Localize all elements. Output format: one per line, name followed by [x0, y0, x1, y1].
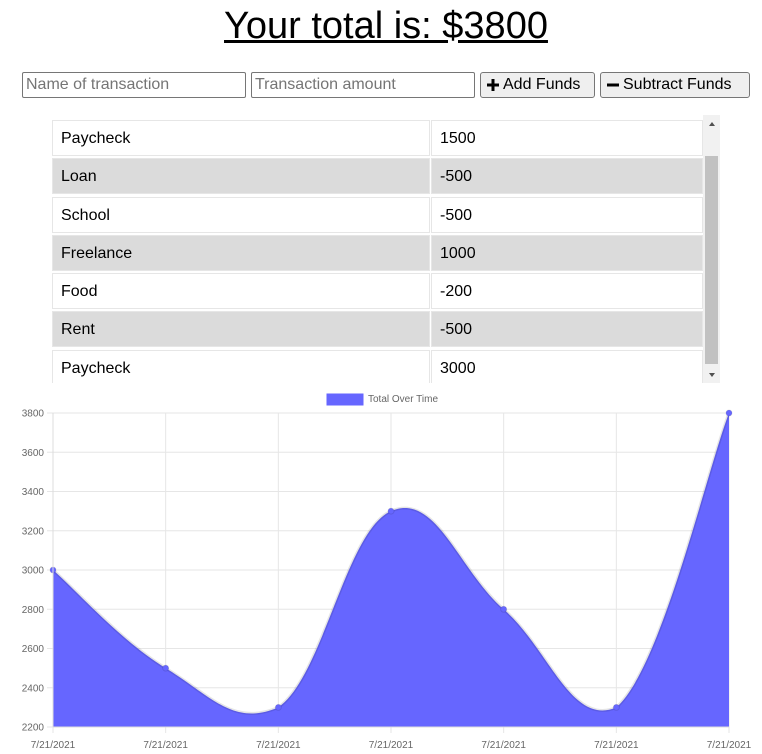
legend-swatch	[326, 393, 364, 406]
table-row: Loan -500	[52, 158, 703, 195]
table-row: Rent -500	[52, 311, 703, 348]
data-point	[725, 409, 733, 417]
transaction-amount-cell: -500	[431, 158, 703, 195]
y-tick-label: 3000	[22, 566, 45, 577]
transaction-name-cell: Food	[52, 273, 430, 310]
table-row: Paycheck 1500	[52, 120, 703, 156]
data-point	[387, 507, 395, 515]
x-tick-label: 7/21/2021	[707, 740, 752, 751]
total-heading: Your total is: $3800	[224, 5, 548, 47]
scrollbar-thumb[interactable]	[705, 156, 718, 364]
y-tick-label: 3400	[22, 487, 45, 498]
data-point	[162, 664, 170, 672]
y-tick-label: 2400	[22, 683, 45, 694]
transactions-table[interactable]: Paycheck 1500 Loan -500 School -500 Freelance 1…	[52, 115, 720, 383]
transaction-name-cell: Freelance	[52, 234, 430, 271]
transaction-amount-cell: 3000	[431, 349, 703, 383]
subtract-funds-button[interactable]: Subtract Funds	[600, 72, 750, 98]
x-tick-label: 7/21/2021	[481, 740, 526, 751]
plus-icon	[487, 79, 499, 91]
y-tick-label: 3600	[22, 448, 45, 459]
transaction-amount-input[interactable]	[251, 72, 475, 98]
x-tick-label: 7/21/2021	[31, 740, 76, 751]
data-point	[274, 703, 282, 711]
y-tick-label: 3200	[22, 526, 45, 537]
legend-label: Total Over Time	[368, 394, 438, 405]
x-tick-label: 7/21/2021	[594, 740, 639, 751]
x-tick-label: 7/21/2021	[369, 740, 414, 751]
scroll-up-arrow-icon[interactable]	[703, 115, 720, 132]
transactions-table-body: Paycheck 1500 Loan -500 School -500 Freelance 1…	[52, 120, 703, 383]
y-tick-label: 3800	[22, 409, 45, 420]
transaction-name-cell: Loan	[52, 158, 430, 195]
subtract-funds-label: Subtract Funds	[623, 76, 732, 93]
data-point	[500, 605, 508, 613]
transaction-amount-cell: -500	[431, 311, 703, 348]
table-scrollbar[interactable]	[703, 115, 720, 383]
transaction-amount-cell: 1000	[431, 234, 703, 271]
x-tick-label: 7/21/2021	[143, 740, 188, 751]
transaction-name-cell: School	[52, 196, 430, 233]
table-row: Paycheck 3000	[52, 349, 703, 383]
transaction-amount-cell: 1500	[431, 120, 703, 156]
transaction-name-cell: Paycheck	[52, 349, 430, 383]
add-funds-button[interactable]: Add Funds	[480, 72, 595, 98]
data-point	[612, 703, 620, 711]
table-row: Freelance 1000	[52, 234, 703, 271]
transaction-name-input[interactable]	[22, 72, 246, 98]
transaction-name-cell: Paycheck	[52, 120, 430, 156]
add-funds-label: Add Funds	[503, 76, 581, 93]
transaction-amount-cell: -200	[431, 273, 703, 310]
y-tick-label: 2800	[22, 605, 45, 616]
transaction-name-cell: Rent	[52, 311, 430, 348]
total-over-time-chart: Total Over Time 2200 2400 2600 2800 3000 3200 3…	[22, 393, 752, 751]
minus-icon	[607, 79, 619, 91]
table-row: School -500	[52, 196, 703, 233]
transaction-amount-cell: -500	[431, 196, 703, 233]
scroll-down-arrow-icon[interactable]	[703, 366, 720, 383]
y-tick-label: 2200	[22, 723, 45, 734]
y-tick-label: 2600	[22, 644, 45, 655]
table-row: Food -200	[52, 273, 703, 310]
x-tick-label: 7/21/2021	[256, 740, 301, 751]
